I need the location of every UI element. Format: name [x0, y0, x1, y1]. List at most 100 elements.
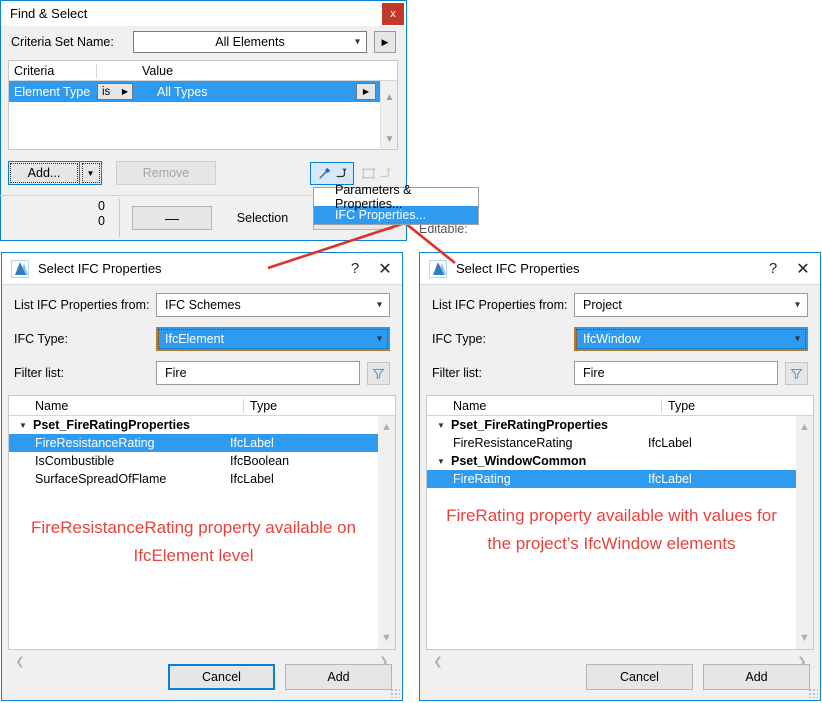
play-triangle-icon: ▶ [362, 87, 370, 96]
resize-grip[interactable] [808, 688, 818, 698]
scroll-left-icon[interactable]: ❮ [430, 653, 446, 670]
list-vertical-scrollbar[interactable]: ▲ ▼ [378, 416, 395, 649]
menu-item-parameters-properties[interactable]: Parameters & Properties... [314, 183, 478, 211]
element-counts: 0 0 [0, 199, 120, 237]
list-group-header[interactable]: ▼ Pset_WindowCommon [427, 452, 796, 470]
column-header-name: Name [29, 398, 244, 413]
play-triangle-icon: ▶ [381, 36, 389, 47]
ifc-type-select[interactable]: IfcElement ▾ [156, 327, 390, 351]
eyedropper-tool-button[interactable] [310, 161, 354, 185]
add-dropdown-button[interactable]: ▼ [80, 161, 102, 185]
marquee-icon [361, 167, 375, 179]
list-item[interactable]: FireResistanceRating IfcLabel [9, 434, 378, 452]
column-header-criteria: Criteria [9, 63, 97, 78]
find-select-title: Find & Select [10, 5, 88, 21]
criteria-table-body: Element Type is ▶ All Types ▶ ▲ ▼ [9, 81, 397, 149]
property-type: IfcLabel [648, 436, 692, 450]
ifc-type-label: IFC Type: [14, 332, 68, 346]
funnel-icon [372, 368, 385, 379]
ifc-type-row: IFC Type: IfcWindow ▾ [420, 325, 820, 353]
list-item[interactable]: FireRating IfcLabel [427, 470, 796, 488]
add-button[interactable]: Add [703, 664, 810, 690]
criteria-set-options-button[interactable]: ▶ [374, 31, 396, 53]
menu-item-label: Parameters & Properties... [335, 183, 412, 211]
list-group-header[interactable]: ▼ Pset_FireRatingProperties [9, 416, 378, 434]
arrow-curve-icon [380, 168, 391, 178]
list-group-header[interactable]: ▼ Pset_FireRatingProperties [427, 416, 796, 434]
property-type: IfcLabel [230, 436, 274, 450]
filter-input[interactable]: Fire [156, 361, 360, 385]
dialog-title: Select IFC Properties [456, 261, 580, 276]
annotation-text: FireResistanceRating property available … [30, 518, 357, 565]
funnel-icon [790, 368, 803, 379]
cancel-button[interactable]: Cancel [168, 664, 275, 690]
criteria-set-select[interactable]: All Elements ▾ [133, 31, 367, 53]
list-item[interactable]: SurfaceSpreadOfFlame IfcLabel [9, 470, 378, 488]
help-button[interactable]: ? [760, 260, 786, 277]
list-from-label: List IFC Properties from: [432, 298, 568, 312]
list-from-select[interactable]: Project ▾ [574, 293, 808, 317]
ifc-type-select[interactable]: IfcWindow ▾ [574, 327, 808, 351]
ifc-type-value: IfcWindow [583, 332, 641, 346]
help-button[interactable]: ? [342, 260, 368, 277]
selection-label: Selection [236, 211, 289, 225]
play-triangle-icon: ▶ [121, 87, 128, 96]
property-name: SurfaceSpreadOfFlame [35, 472, 167, 486]
list-header: Name Type [9, 396, 395, 416]
remove-button: Remove [116, 161, 216, 185]
chevron-down-icon: ▼ [86, 168, 95, 178]
ifc-type-label: IFC Type: [432, 332, 486, 346]
criteria-value-dropdown-button[interactable]: ▶ [356, 83, 376, 100]
list-body: ▼ Pset_FireRatingProperties FireResistan… [427, 416, 813, 649]
table-row[interactable]: Element Type is ▶ All Types ▶ [9, 81, 380, 102]
criteria-table-header: Criteria Value [9, 61, 397, 81]
cancel-button[interactable]: Cancel [586, 664, 693, 690]
list-from-row: List IFC Properties from: Project ▾ [420, 291, 820, 319]
deselect-button[interactable]: — [132, 206, 212, 230]
close-button[interactable]: ✕ [368, 259, 402, 279]
add-button[interactable]: Add [285, 664, 392, 690]
group-name: Pset_FireRatingProperties [451, 418, 608, 432]
filter-value: Fire [583, 366, 605, 380]
chevron-down-icon: ▾ [376, 299, 382, 311]
scroll-down-icon[interactable]: ▼ [796, 631, 813, 645]
scroll-left-icon[interactable]: ❮ [12, 653, 28, 670]
cancel-button-label: Cancel [202, 670, 241, 684]
list-from-select[interactable]: IFC Schemes ▾ [156, 293, 390, 317]
criteria-operator-dropdown[interactable]: is ▶ [97, 83, 133, 100]
filter-apply-button[interactable] [367, 361, 390, 385]
filter-apply-button[interactable] [785, 361, 808, 385]
marquee-tool-button[interactable] [354, 162, 398, 185]
scroll-up-icon[interactable]: ▲ [378, 420, 395, 434]
filter-label: Filter list: [432, 366, 482, 380]
list-vertical-scrollbar[interactable]: ▲ ▼ [796, 416, 813, 649]
scroll-up-icon[interactable]: ▲ [381, 89, 398, 105]
dialog-buttons: Cancel Add [586, 664, 810, 690]
list-rows: ▼ Pset_FireRatingProperties FireResistan… [427, 416, 796, 649]
cancel-button-label: Cancel [620, 670, 659, 684]
menu-item-label: IFC Properties... [335, 208, 426, 222]
close-button[interactable]: ✕ [786, 259, 820, 279]
help-icon: ? [768, 260, 778, 277]
chevron-down-icon: ▾ [794, 299, 800, 311]
criteria-set-row: Criteria Set Name: All Elements ▾ ▶ [1, 29, 406, 55]
list-item[interactable]: IsCombustible IfcBoolean [9, 452, 378, 470]
list-body: ▼ Pset_FireRatingProperties FireResistan… [9, 416, 395, 649]
column-header-value: Value [142, 63, 174, 78]
close-icon: x [390, 7, 396, 20]
minus-icon: — [165, 210, 179, 226]
filter-input[interactable]: Fire [574, 361, 778, 385]
list-item[interactable]: FireResistanceRating IfcLabel [427, 434, 796, 452]
resize-grip[interactable] [390, 688, 400, 698]
close-button[interactable]: x [382, 2, 404, 25]
add-button[interactable]: Add... [8, 161, 80, 185]
scroll-down-icon[interactable]: ▼ [381, 131, 398, 147]
scroll-up-icon[interactable]: ▲ [796, 420, 813, 434]
select-ifc-properties-dialog-left: Select IFC Properties ? ✕ List IFC Prope… [1, 252, 403, 701]
scroll-down-icon[interactable]: ▼ [378, 631, 395, 645]
app-logo-icon [429, 259, 447, 278]
list-from-value: IFC Schemes [165, 298, 241, 312]
ifc-type-value: IfcElement [165, 332, 225, 346]
criteria-vertical-scrollbar[interactable]: ▲ ▼ [380, 81, 397, 149]
count-found: 0 [98, 199, 105, 213]
